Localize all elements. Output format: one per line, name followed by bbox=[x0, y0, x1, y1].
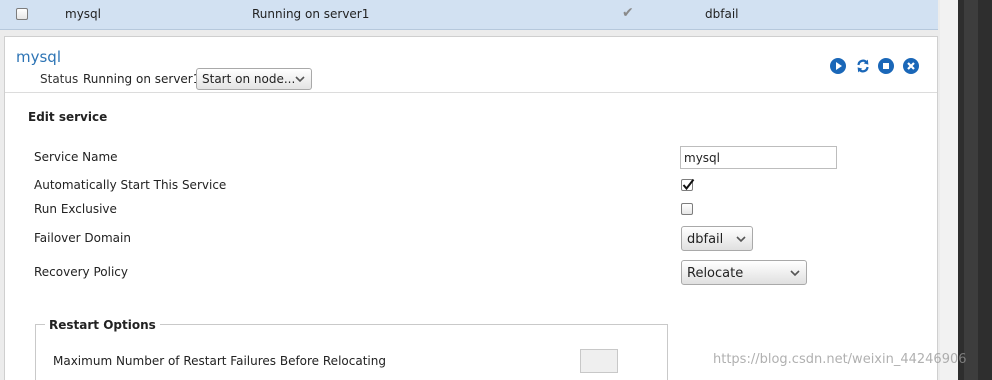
recovery-policy-value: Relocate bbox=[687, 266, 744, 281]
run-exclusive-checkbox[interactable] bbox=[681, 203, 693, 215]
failover-domain-value: dbfail bbox=[687, 232, 724, 247]
stop-button[interactable] bbox=[878, 58, 894, 74]
max-restart-failures-label: Maximum Number of Restart Failures Befor… bbox=[53, 354, 386, 368]
row-service-name[interactable]: mysql bbox=[65, 7, 101, 21]
close-icon bbox=[907, 62, 915, 70]
autostart-checkbox[interactable] bbox=[681, 178, 695, 192]
restart-options-fieldset bbox=[35, 324, 668, 380]
recovery-policy-select[interactable]: Relocate bbox=[681, 260, 807, 285]
delete-button[interactable] bbox=[903, 58, 919, 74]
row-select-checkbox[interactable] bbox=[16, 8, 28, 20]
right-gutter bbox=[940, 0, 960, 380]
start-on-node-select[interactable]: Start on node... bbox=[196, 68, 312, 90]
start-button[interactable] bbox=[830, 58, 846, 74]
service-list-row[interactable]: mysql Running on server1 ✔ dbfail bbox=[0, 0, 938, 30]
watermark: https://blog.csdn.net/weixin_44246906 bbox=[713, 352, 967, 367]
start-on-node-select-value: Start on node... bbox=[202, 72, 296, 86]
chevron-down-icon bbox=[736, 236, 746, 243]
service-name-input[interactable] bbox=[680, 146, 837, 169]
row-failover-domain: dbfail bbox=[705, 7, 739, 21]
status-label: Status bbox=[40, 72, 79, 86]
failover-domain-label: Failover Domain bbox=[34, 231, 131, 245]
row-autostart-check-icon: ✔ bbox=[622, 5, 634, 21]
chevron-down-icon bbox=[295, 76, 305, 83]
max-restart-failures-input[interactable] bbox=[580, 349, 618, 373]
chevron-down-icon bbox=[790, 270, 800, 277]
failover-domain-select[interactable]: dbfail bbox=[681, 226, 753, 251]
stop-icon bbox=[883, 63, 889, 69]
autostart-label: Automatically Start This Service bbox=[34, 178, 227, 192]
edit-service-heading: Edit service bbox=[28, 110, 108, 124]
panel-header: mysql Status Running on server1 Start on… bbox=[5, 37, 937, 93]
scrollbar[interactable] bbox=[958, 0, 992, 380]
recovery-policy-label: Recovery Policy bbox=[34, 265, 128, 279]
status-value: Running on server1 bbox=[83, 72, 201, 86]
service-detail-panel: mysql Status Running on server1 Start on… bbox=[4, 36, 938, 380]
scrollbar-track[interactable] bbox=[964, 0, 978, 380]
restart-button[interactable] bbox=[855, 58, 871, 74]
play-icon bbox=[836, 62, 842, 70]
row-service-status: Running on server1 bbox=[252, 7, 370, 21]
service-title: mysql bbox=[16, 48, 61, 66]
refresh-icon bbox=[857, 59, 869, 73]
service-name-label: Service Name bbox=[34, 150, 118, 164]
restart-options-legend: Restart Options bbox=[45, 318, 160, 332]
run-exclusive-label: Run Exclusive bbox=[34, 202, 117, 216]
